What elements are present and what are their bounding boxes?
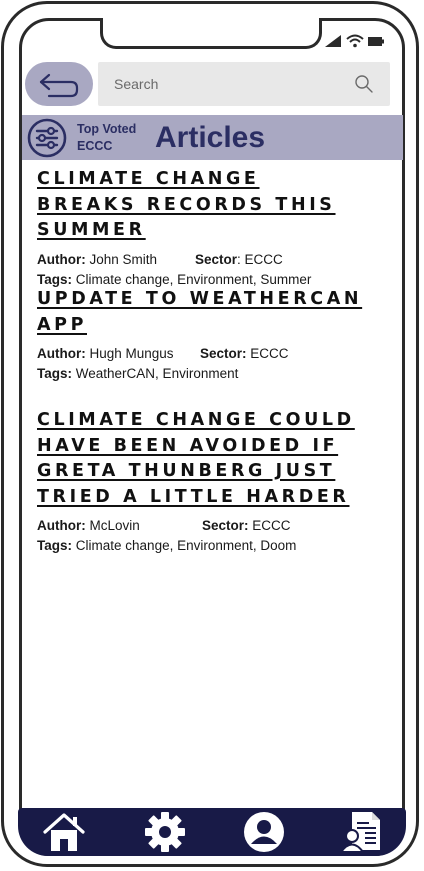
signal-icon (325, 35, 341, 47)
tags-label: Tags: (37, 271, 73, 287)
tags-value: Climate change, Environment, Doom (75, 538, 297, 553)
wifi-icon (346, 34, 364, 48)
article-meta-row: Author: Hugh Mungus Sector: ECCC (37, 344, 367, 364)
filter-label-sort: Top Voted (77, 122, 137, 136)
article-title-link[interactable]: CLIMATE CHANGE BREAKS RECORDS THIS SUMME… (37, 167, 367, 244)
nav-settings[interactable] (143, 810, 187, 854)
nav-home[interactable] (42, 810, 86, 854)
author-label: Author: (37, 346, 86, 361)
tags-label: Tags: (37, 538, 73, 553)
sliders-icon[interactable] (27, 118, 67, 158)
document-icon (339, 812, 380, 853)
article-card: CLIMATE CHANGE BREAKS RECORDS THIS SUMME… (37, 167, 367, 290)
article-card: CLIMATE CHANGE COULD HAVE BEEN AVOIDED I… (37, 408, 367, 556)
battery-icon (368, 37, 384, 46)
sector-value: ECCC (250, 346, 289, 361)
sector-info: Sector: ECCC (202, 516, 291, 536)
article-title-link[interactable]: CLIMATE CHANGE COULD HAVE BEEN AVOIDED I… (37, 408, 367, 510)
nav-articles[interactable] (338, 810, 382, 854)
tags-value: Climate change, Environment, Summer (75, 271, 312, 287)
article-tags: Tags: Climate change, Environment, Doom (37, 536, 367, 556)
sector-label: Sector: (202, 518, 249, 533)
article-tags: Tags: WeatherCAN, Environment (37, 364, 367, 384)
gear-icon (145, 812, 185, 852)
search-icon[interactable] (354, 74, 374, 94)
home-icon (43, 813, 85, 851)
sector-label: Sector: (200, 346, 247, 361)
bottom-nav-bar (18, 808, 406, 856)
back-arrow-icon (39, 73, 79, 98)
articles-header: Top Voted ECCC Articles (22, 115, 403, 160)
status-bar (325, 34, 384, 48)
search-bar[interactable] (98, 62, 390, 106)
article-meta-row: Author: McLovin Sector: ECCC (37, 516, 367, 536)
tags-label: Tags: (37, 366, 73, 381)
search-input[interactable] (114, 74, 344, 94)
back-button[interactable] (25, 62, 93, 106)
author-label: Author: (37, 518, 86, 533)
author-label: Author: (37, 251, 86, 267)
phone-notch (100, 18, 322, 49)
tags-value: WeatherCAN, Environment (75, 366, 239, 381)
filter-label-sector: ECCC (77, 139, 113, 153)
author-name: John Smith (89, 251, 158, 267)
article-title-link[interactable]: UPDATE TO WEATHERCAN APP (37, 287, 367, 338)
author-name: Hugh Mungus (89, 346, 174, 361)
nav-profile[interactable] (242, 810, 286, 854)
filter-label[interactable]: Top Voted ECCC (77, 121, 157, 155)
article-card: UPDATE TO WEATHERCAN APP Author: Hugh Mu… (37, 287, 367, 384)
sector-label: Sector (195, 251, 238, 267)
sector-value: : ECCC (237, 251, 283, 267)
author-name: McLovin (89, 518, 140, 533)
article-meta-row: Author: John Smith Sector: ECCC (37, 250, 367, 270)
sector-info: Sector: ECCC (200, 344, 289, 364)
user-icon (244, 812, 284, 852)
sector-value: ECCC (252, 518, 291, 533)
sector-info: Sector: ECCC (195, 250, 283, 270)
page-title: Articles (155, 121, 266, 154)
